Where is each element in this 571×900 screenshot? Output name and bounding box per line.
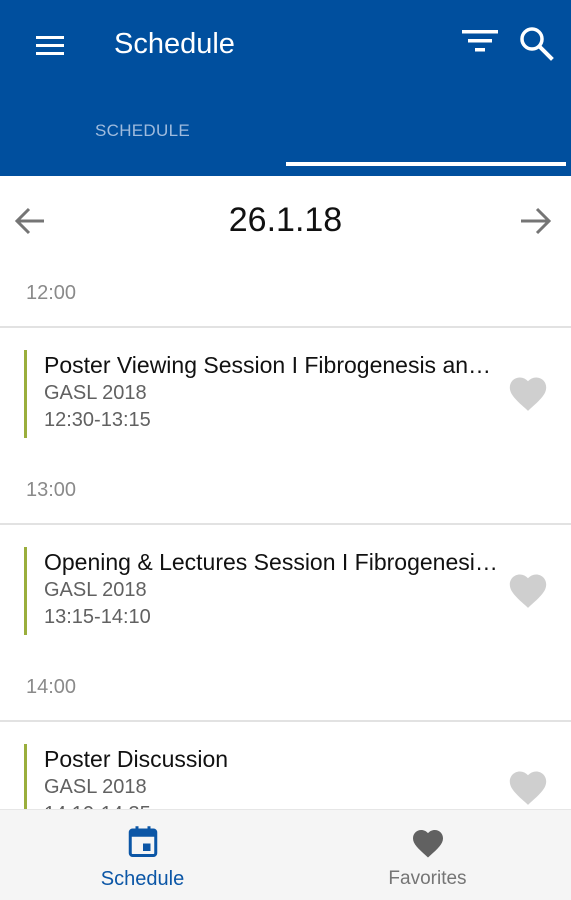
menu-button[interactable]: [30, 26, 70, 66]
event-title: Poster Discussion: [44, 746, 229, 772]
event-accent-bar: [24, 547, 27, 635]
page-title: Schedule: [114, 28, 235, 60]
heart-icon: [413, 830, 443, 858]
tab-indicator: [286, 162, 566, 166]
event-time: 13:15-14:10: [44, 606, 151, 628]
nav-favorites[interactable]: Favorites: [285, 810, 570, 900]
time-header: 12:00: [0, 268, 571, 328]
list-item[interactable]: Poster Discussion GASL 2018 14:10-14:35: [0, 722, 571, 809]
favorite-button[interactable]: [506, 766, 550, 806]
list-item[interactable]: Poster Viewing Session I Fibrogenesis an…: [0, 328, 571, 465]
event-conference: GASL 2018: [44, 579, 147, 601]
favorite-button[interactable]: [506, 372, 550, 412]
nav-schedule[interactable]: Schedule: [0, 810, 285, 900]
filter-button[interactable]: [458, 24, 502, 64]
time-header: 14:00: [0, 662, 571, 722]
event-conference: GASL 2018: [44, 776, 147, 798]
tab-schedule[interactable]: SCHEDULE: [0, 100, 285, 164]
heart-icon: [509, 377, 547, 411]
event-time: 14:10-14:35: [44, 801, 151, 809]
search-icon: [520, 27, 554, 61]
heart-icon: [509, 574, 547, 608]
heart-icon: [509, 771, 547, 805]
filter-icon: [462, 30, 498, 52]
event-time: 12:30-13:15: [44, 409, 151, 431]
next-day-button[interactable]: [514, 200, 556, 242]
nav-favorites-label: Favorites: [388, 868, 467, 889]
app-bar: Schedule SCHEDULE LIST: [0, 0, 571, 408]
tab-bar: SCHEDULE LIST: [0, 100, 571, 408]
search-button[interactable]: [516, 22, 558, 64]
menu-icon: [36, 36, 64, 55]
event-accent-bar: [24, 744, 27, 809]
current-date: 26.1.18: [228, 201, 343, 239]
time-header: 13:00: [0, 465, 571, 525]
nav-schedule-label: Schedule: [100, 868, 185, 890]
calendar-icon: [128, 826, 158, 857]
arrow-right-icon: [521, 207, 552, 235]
schedule-list: 12:00 Poster Viewing Session I Fibrogene…: [0, 268, 571, 809]
favorite-button[interactable]: [506, 569, 550, 609]
list-item[interactable]: Opening & Lectures Session I Fibrogenesi…: [0, 525, 571, 662]
bottom-navigation: Schedule Favorites: [0, 809, 571, 900]
event-accent-bar: [24, 350, 27, 438]
event-conference: GASL 2018: [44, 382, 147, 404]
event-title: Opening & Lectures Session I Fibrogenesi…: [44, 549, 500, 575]
date-navigator: 26.1.18: [0, 176, 571, 268]
event-title: Poster Viewing Session I Fibrogenesis an…: [44, 352, 500, 378]
